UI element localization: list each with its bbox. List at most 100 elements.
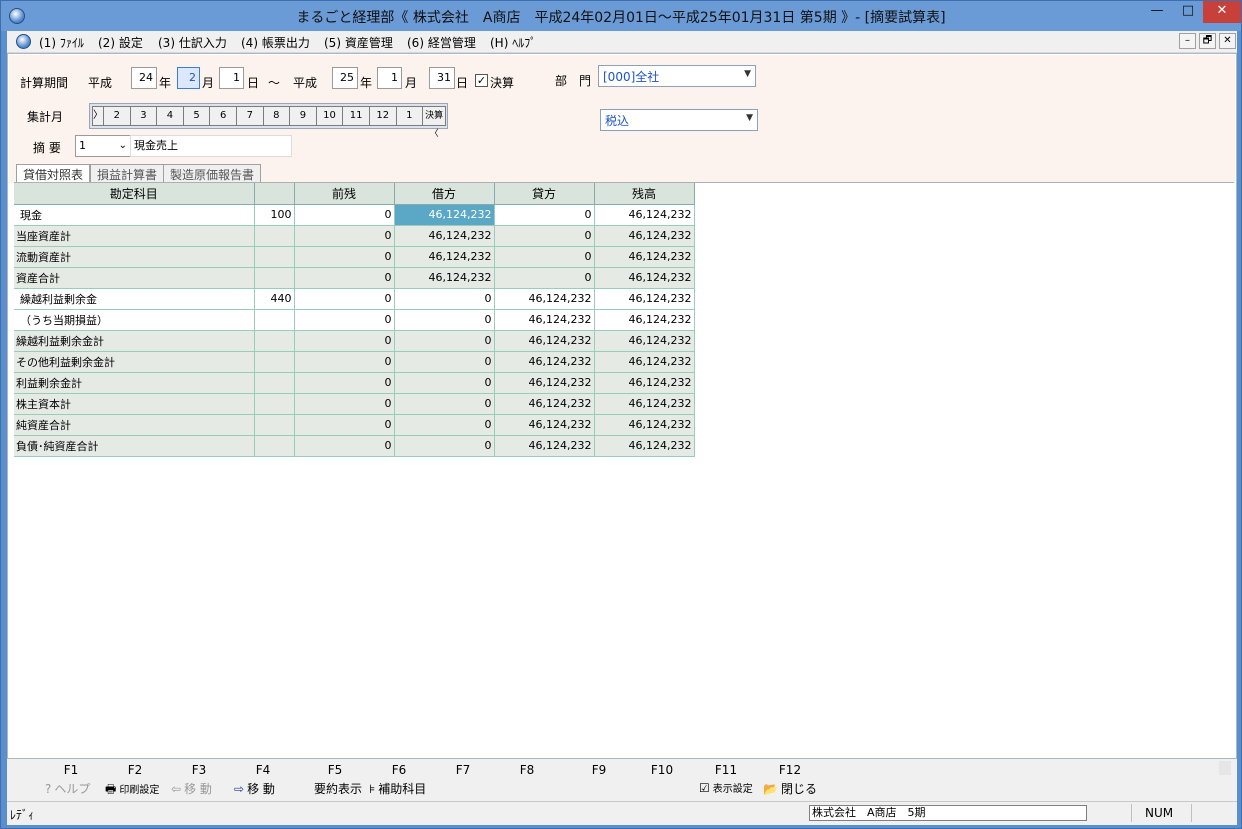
scrollbar[interactable] (1219, 761, 1231, 775)
column-header-account[interactable]: 勘定科目 (14, 183, 255, 205)
credit-cell[interactable]: 46,124,232 (494, 435, 595, 457)
month-button[interactable]: 5 (182, 106, 211, 126)
menu-settings[interactable]: (2) 設定 (98, 34, 143, 51)
table-row[interactable]: （うち当期損益） 0 0 46,124,232 46,124,232 (14, 309, 695, 331)
close-button[interactable]: ✕ (1203, 1, 1241, 23)
account-name-cell[interactable]: 流動資産計 (14, 246, 255, 268)
title-bar[interactable]: まるごと経理部《 株式会社 A商店 平成24年02月01日～平成25年01月31… (1, 1, 1241, 31)
balance-cell[interactable]: 46,124,232 (594, 246, 695, 268)
table-row[interactable]: 現金 100 0 46,124,232 0 46,124,232 (14, 204, 695, 226)
month-button[interactable]: 4 (156, 106, 184, 126)
document-icon[interactable] (16, 34, 31, 49)
credit-cell[interactable]: 46,124,232 (494, 330, 595, 352)
menu-assets[interactable]: (5) 資産管理 (324, 34, 393, 51)
previous-balance-cell[interactable]: 0 (294, 204, 395, 226)
account-code-cell[interactable] (254, 414, 295, 436)
mdi-minimize-button[interactable]: – (1179, 33, 1196, 49)
table-row[interactable]: 繰越利益剰余金計 0 0 46,124,232 46,124,232 (14, 330, 695, 352)
debit-cell[interactable]: 0 (394, 288, 495, 310)
balance-cell[interactable]: 46,124,232 (594, 435, 695, 457)
credit-cell[interactable]: 46,124,232 (494, 414, 595, 436)
month-button[interactable]: 8 (262, 106, 291, 126)
move-back-button[interactable]: ⇦ 移 動 (171, 780, 212, 797)
account-code-cell[interactable] (254, 351, 295, 373)
account-name-cell[interactable]: 資産合計 (14, 267, 255, 289)
to-month-field[interactable]: 1 (377, 67, 402, 89)
debit-cell[interactable]: 0 (394, 351, 495, 373)
balance-cell[interactable]: 46,124,232 (594, 351, 695, 373)
print-settings-button[interactable]: 🖶 印刷設定 (105, 780, 159, 801)
account-name-cell[interactable]: 繰越利益剰余金 (14, 288, 255, 310)
debit-cell[interactable]: 0 (394, 372, 495, 394)
debit-cell[interactable]: 46,124,232 (394, 204, 495, 226)
table-row[interactable]: 当座資産計 0 46,124,232 0 46,124,232 (14, 225, 695, 247)
previous-balance-cell[interactable]: 0 (294, 267, 395, 289)
mdi-restore-button[interactable]: 🗗 (1199, 33, 1216, 49)
menu-reports[interactable]: (4) 帳票出力 (241, 34, 310, 51)
balance-cell[interactable]: 46,124,232 (594, 372, 695, 394)
account-name-cell[interactable]: 純資産合計 (14, 414, 255, 436)
menu-help[interactable]: (H) ﾍﾙﾌﾟ (490, 34, 536, 51)
closing-month-button[interactable]: 決算〈 (422, 106, 447, 139)
table-row[interactable]: 純資産合計 0 0 46,124,232 46,124,232 (14, 414, 695, 436)
credit-cell[interactable]: 0 (494, 225, 595, 247)
debit-cell[interactable]: 0 (394, 393, 495, 415)
credit-cell[interactable]: 46,124,232 (494, 372, 595, 394)
credit-cell[interactable]: 46,124,232 (494, 309, 595, 331)
tab-manufacturing-cost[interactable]: 製造原価報告書 (163, 164, 262, 182)
account-code-cell[interactable] (254, 435, 295, 457)
tab-income-statement[interactable]: 損益計算書 (90, 164, 165, 182)
month-button[interactable]: 11 (342, 106, 370, 126)
summary-view-button[interactable]: 要約表示 (314, 780, 362, 797)
account-code-cell[interactable]: 440 (254, 288, 295, 310)
month-button[interactable]: 12 (368, 106, 397, 126)
month-button[interactable]: 6 (209, 106, 237, 126)
to-year-field[interactable]: 25 (332, 67, 358, 89)
account-name-cell[interactable]: その他利益剰余金計 (14, 351, 255, 373)
balance-cell[interactable]: 46,124,232 (594, 288, 695, 310)
previous-balance-cell[interactable]: 0 (294, 351, 395, 373)
credit-cell[interactable]: 46,124,232 (494, 393, 595, 415)
debit-cell[interactable]: 0 (394, 309, 495, 331)
column-header-previous[interactable]: 前残 (294, 183, 395, 205)
table-row[interactable]: 株主資本計 0 0 46,124,232 46,124,232 (14, 393, 695, 415)
sub-account-button[interactable]: ⊧ 補助科目 (369, 780, 426, 797)
account-code-cell[interactable] (254, 393, 295, 415)
column-header-credit[interactable]: 貸方 (494, 183, 595, 205)
balance-cell[interactable]: 46,124,232 (594, 393, 695, 415)
debit-cell[interactable]: 0 (394, 330, 495, 352)
balance-cell[interactable]: 46,124,232 (594, 267, 695, 289)
move-forward-button[interactable]: ⇨ 移 動 (234, 780, 275, 797)
previous-balance-cell[interactable]: 0 (294, 435, 395, 457)
department-select[interactable]: [000]全社 ▼ (598, 65, 756, 87)
account-code-cell[interactable] (254, 246, 295, 268)
table-row[interactable]: 資産合計 0 46,124,232 0 46,124,232 (14, 267, 695, 289)
balance-cell[interactable]: 46,124,232 (594, 330, 695, 352)
account-name-cell[interactable]: 株主資本計 (14, 393, 255, 415)
account-code-cell[interactable] (254, 225, 295, 247)
debit-cell[interactable]: 0 (394, 435, 495, 457)
column-header-balance[interactable]: 残高 (594, 183, 695, 205)
credit-cell[interactable]: 0 (494, 246, 595, 268)
account-code-cell[interactable] (254, 267, 295, 289)
month-button[interactable]: 2 (103, 106, 131, 126)
credit-cell[interactable]: 46,124,232 (494, 351, 595, 373)
menu-management[interactable]: (6) 経営管理 (407, 34, 476, 51)
month-button[interactable]: 3 (129, 106, 158, 126)
menu-journal-entry[interactable]: (3) 仕訳入力 (158, 34, 227, 51)
previous-balance-cell[interactable]: 0 (294, 330, 395, 352)
previous-balance-cell[interactable]: 0 (294, 393, 395, 415)
table-row[interactable]: その他利益剰余金計 0 0 46,124,232 46,124,232 (14, 351, 695, 373)
balance-cell[interactable]: 46,124,232 (594, 414, 695, 436)
help-button[interactable]: ? ヘルプ (45, 780, 90, 797)
table-row[interactable]: 繰越利益剰余金 440 0 0 46,124,232 46,124,232 (14, 288, 695, 310)
month-button[interactable]: 10 (315, 106, 344, 126)
closing-checkbox[interactable]: ✓ (475, 74, 488, 87)
column-header-code[interactable] (254, 183, 295, 205)
account-name-cell[interactable]: 当座資産計 (14, 225, 255, 247)
account-name-cell[interactable]: （うち当期損益） (14, 309, 255, 331)
debit-cell[interactable]: 46,124,232 (394, 246, 495, 268)
tax-select[interactable]: 税込 ▼ (600, 109, 758, 131)
table-row[interactable]: 流動資産計 0 46,124,232 0 46,124,232 (14, 246, 695, 268)
account-code-cell[interactable] (254, 309, 295, 331)
